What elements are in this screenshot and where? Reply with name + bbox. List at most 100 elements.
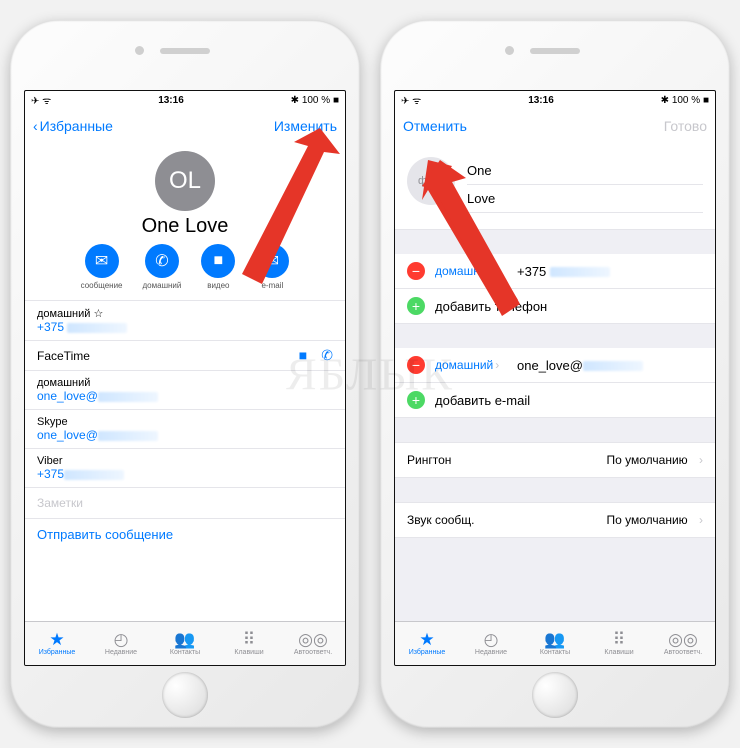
add-icon: + bbox=[407, 391, 425, 409]
setting-key: Звук сообщ. bbox=[407, 513, 475, 527]
name-fields: One Love bbox=[467, 157, 703, 225]
tab-label: Избранные bbox=[409, 649, 446, 656]
email-row[interactable]: − домашний › one_love@ bbox=[395, 348, 715, 383]
front-camera bbox=[505, 46, 514, 55]
edit-content: фото One Love − домашний › +375 + добави… bbox=[395, 143, 715, 621]
clock-icon: ◴ bbox=[114, 631, 129, 648]
speaker-grille bbox=[530, 48, 580, 54]
tab-voicemail[interactable]: ◎◎Автоответч. bbox=[651, 622, 715, 665]
tab-label: Автоответч. bbox=[664, 649, 702, 656]
facetime-label: FaceTime bbox=[37, 349, 90, 363]
field-viber[interactable]: Viber +375 bbox=[25, 448, 345, 487]
texttone-row[interactable]: Звук сообщ. По умолчанию › bbox=[395, 502, 715, 538]
action-label: видео bbox=[207, 281, 229, 290]
home-button[interactable] bbox=[162, 672, 208, 718]
action-message[interactable]: ✉ сообщение bbox=[81, 244, 123, 290]
field-value: +375 bbox=[37, 320, 64, 334]
field-facetime[interactable]: FaceTime ■✆ bbox=[25, 340, 345, 370]
tab-keypad[interactable]: ⠿Клавиши bbox=[587, 622, 651, 665]
chevron-left-icon: ‹ bbox=[33, 118, 38, 134]
redacted bbox=[583, 361, 643, 371]
add-phone-label: добавить телефон bbox=[435, 299, 547, 314]
tab-label: Контакты bbox=[540, 649, 570, 656]
action-email[interactable]: ✉ e-mail bbox=[255, 244, 289, 290]
star-icon: ★ bbox=[419, 631, 434, 648]
add-phone-row[interactable]: + добавить телефон bbox=[395, 289, 715, 324]
avatar[interactable]: OL bbox=[155, 151, 215, 211]
contact-content: OL One Love ✉ сообщение ✆ домашний ■ вид… bbox=[25, 143, 345, 621]
tab-label: Клавиши bbox=[604, 649, 633, 656]
field-email[interactable]: домашний one_love@ bbox=[25, 370, 345, 409]
redacted bbox=[550, 267, 610, 277]
facetime-icons: ■✆ bbox=[285, 347, 333, 364]
add-icon: + bbox=[407, 297, 425, 315]
status-time: 13:16 bbox=[528, 95, 554, 106]
phone-icon[interactable]: ✆ bbox=[321, 347, 333, 363]
field-value: one_love@ bbox=[37, 389, 98, 403]
field-label: домашний bbox=[37, 377, 333, 389]
back-button[interactable]: ‹ Избранные bbox=[33, 118, 113, 134]
chevron-right-icon: › bbox=[495, 264, 499, 278]
phone-row[interactable]: − домашний › +375 bbox=[395, 254, 715, 289]
notes[interactable]: Заметки bbox=[25, 487, 345, 518]
nav-bar: Отменить Готово bbox=[395, 109, 715, 143]
video-icon[interactable]: ■ bbox=[299, 347, 307, 363]
action-label: сообщение bbox=[81, 281, 123, 290]
voicemail-icon: ◎◎ bbox=[298, 631, 328, 648]
remove-icon[interactable]: − bbox=[407, 262, 425, 280]
tab-label: Недавние bbox=[475, 649, 507, 656]
tab-voicemail[interactable]: ◎◎Автоответч. bbox=[281, 622, 345, 665]
iphone-right: ✈ ᯤ 13:16 ✱ 100 % ■ Отменить Готово фото… bbox=[380, 20, 730, 728]
edit-button[interactable]: Изменить bbox=[274, 118, 337, 134]
voicemail-icon: ◎◎ bbox=[668, 631, 698, 648]
chevron-right-icon: › bbox=[495, 358, 499, 372]
home-button[interactable] bbox=[532, 672, 578, 718]
tab-bar: ★Избранные ◴Недавние 👥Контакты ⠿Клавиши … bbox=[395, 621, 715, 665]
action-label: e-mail bbox=[261, 281, 283, 290]
action-label: домашний bbox=[143, 281, 182, 290]
tab-label: Недавние bbox=[105, 649, 137, 656]
status-left: ✈ ᯤ bbox=[31, 93, 51, 107]
clock-icon: ◴ bbox=[484, 631, 499, 648]
keypad-icon: ⠿ bbox=[243, 631, 255, 648]
tab-label: Контакты bbox=[170, 649, 200, 656]
tab-keypad[interactable]: ⠿Клавиши bbox=[217, 622, 281, 665]
spacer bbox=[395, 230, 715, 254]
action-call[interactable]: ✆ домашний bbox=[143, 244, 182, 290]
cancel-button[interactable]: Отменить bbox=[403, 118, 467, 134]
screen-contact-edit: ✈ ᯤ 13:16 ✱ 100 % ■ Отменить Готово фото… bbox=[394, 90, 716, 666]
done-button[interactable]: Готово bbox=[664, 118, 707, 134]
tab-label: Избранные bbox=[39, 649, 76, 656]
setting-value: По умолчанию bbox=[607, 513, 688, 527]
tab-favorites[interactable]: ★Избранные bbox=[395, 622, 459, 665]
field-skype[interactable]: Skype one_love@ bbox=[25, 409, 345, 448]
status-right: ✱ 100 % ■ bbox=[661, 95, 709, 106]
action-video[interactable]: ■ видео bbox=[201, 244, 235, 290]
spacer bbox=[395, 478, 715, 502]
add-photo-button[interactable]: фото bbox=[407, 157, 455, 205]
first-name-field[interactable]: One bbox=[467, 157, 703, 185]
spacer bbox=[395, 324, 715, 348]
tab-contacts[interactable]: 👥Контакты bbox=[153, 622, 217, 665]
status-bar: ✈ ᯤ 13:16 ✱ 100 % ■ bbox=[25, 91, 345, 109]
remove-icon[interactable]: − bbox=[407, 356, 425, 374]
setting-value: По умолчанию bbox=[607, 453, 688, 467]
company-field[interactable] bbox=[467, 213, 703, 225]
add-email-row[interactable]: + добавить e-mail bbox=[395, 383, 715, 418]
tab-contacts[interactable]: 👥Контакты bbox=[523, 622, 587, 665]
tab-recents[interactable]: ◴Недавние bbox=[89, 622, 153, 665]
ringtone-row[interactable]: Рингтон По умолчанию › bbox=[395, 442, 715, 478]
field-label: Skype bbox=[37, 416, 333, 428]
add-email-label: добавить e-mail bbox=[435, 393, 530, 408]
send-message[interactable]: Отправить сообщение bbox=[25, 518, 345, 550]
tab-recents[interactable]: ◴Недавние bbox=[459, 622, 523, 665]
tab-favorites[interactable]: ★Избранные bbox=[25, 622, 89, 665]
last-name-field[interactable]: Love bbox=[467, 185, 703, 213]
nav-bar: ‹ Избранные Изменить bbox=[25, 109, 345, 143]
screen-contact-view: ✈ ᯤ 13:16 ✱ 100 % ■ ‹ Избранные Изменить… bbox=[24, 90, 346, 666]
field-phone[interactable]: домашний ☆ +375 bbox=[25, 300, 345, 340]
contact-name: One Love bbox=[25, 215, 345, 238]
video-icon: ■ bbox=[201, 244, 235, 278]
message-icon: ✉ bbox=[85, 244, 119, 278]
phone-type: домашний › bbox=[435, 264, 507, 278]
